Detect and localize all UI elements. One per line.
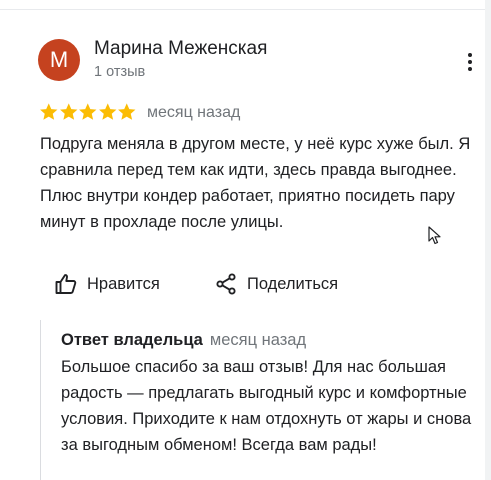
more-options-button[interactable] <box>459 50 481 74</box>
top-divider <box>0 9 486 10</box>
like-button[interactable]: Нравится <box>54 270 160 298</box>
owner-reply-title: Ответ владельца <box>61 331 203 349</box>
star-icon <box>79 103 97 120</box>
rating-stars <box>39 102 137 122</box>
author-name[interactable]: Марина Меженская <box>94 38 267 60</box>
owner-reply-text: Большое спасибо за ваш отзыв! Для нас бо… <box>61 358 472 454</box>
thumb-up-icon <box>55 274 77 294</box>
owner-reply-header: Ответ владельца месяц назад <box>61 331 306 350</box>
share-button[interactable]: Поделиться <box>214 270 338 298</box>
author-review-count: 1 отзыв <box>94 64 146 80</box>
share-label: Поделиться <box>247 274 339 293</box>
star-icon <box>118 103 136 120</box>
review-date: месяц назад <box>147 104 241 121</box>
review-text: Подруга меняла в другом месте, у неё кур… <box>40 135 471 231</box>
star-icon <box>59 103 77 120</box>
share-icon <box>216 273 236 295</box>
mouse-cursor-icon <box>428 226 441 245</box>
reply-divider <box>40 320 41 480</box>
star-icon <box>40 103 58 120</box>
avatar[interactable]: М <box>38 39 80 81</box>
like-label: Нравится <box>87 274 160 293</box>
star-icon <box>98 103 116 120</box>
owner-reply-date: месяц назад <box>209 331 307 349</box>
